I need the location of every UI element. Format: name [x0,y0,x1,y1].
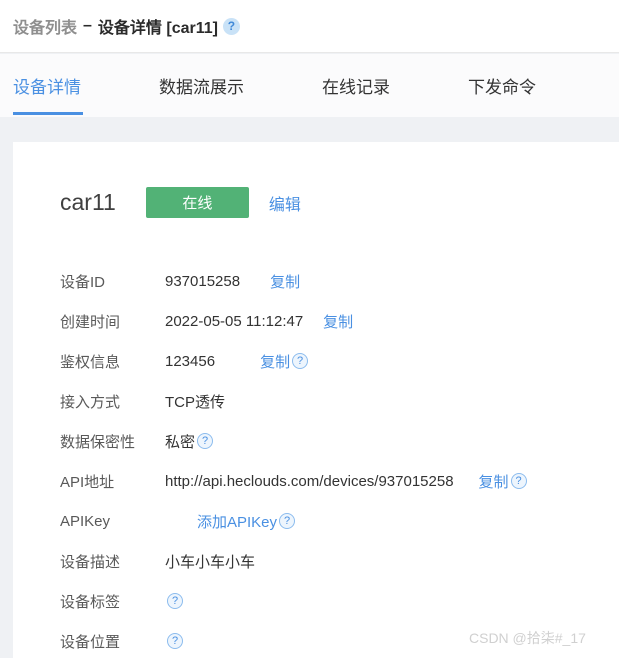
tab-bar: 设备详情 数据流展示 在线记录 下发命令 [0,54,619,117]
row-device-tags: 设备标签 ? [13,581,619,621]
copy-api-url-button[interactable]: 复制 [479,471,509,492]
device-info-list: 设备ID 937015258 复制 创建时间 2022-05-05 11:12:… [13,261,619,658]
api-url-value: http://api.heclouds.com/devices/93701525… [165,472,454,490]
row-api-key: APIKey 添加APIKey ? [13,501,619,541]
row-data-privacy: 数据保密性 私密 ? [13,421,619,461]
row-api-url: API地址 http://api.heclouds.com/devices/93… [13,461,619,501]
help-icon[interactable]: ? [510,473,527,489]
breadcrumb-parent[interactable]: 设备列表 [13,14,77,38]
tab-online-record[interactable]: 在线记录 [322,54,390,117]
row-auth-info: 鉴权信息 123456 复制 ? [13,341,619,381]
row-device-id: 设备ID 937015258 复制 [13,261,619,301]
help-icon[interactable]: ? [197,433,214,449]
field-label: 设备描述 [60,553,121,571]
field-label: 设备ID [60,273,106,291]
breadcrumb-bar: 设备列表 – 设备详情 [car11] ? [0,0,619,53]
access-mode-value: TCP透传 [165,393,226,411]
help-icon[interactable]: ? [279,513,296,529]
tab-send-command[interactable]: 下发命令 [468,54,536,117]
device-title-row: car11 在线 编辑 [13,142,619,218]
row-created-time: 创建时间 2022-05-05 11:12:47 复制 [13,301,619,341]
field-label: 接入方式 [60,393,121,411]
help-icon[interactable]: ? [167,633,183,649]
add-apikey-button[interactable]: 添加APIKey [197,511,277,532]
field-label: 数据保密性 [60,433,136,451]
field-label: 创建时间 [60,313,121,331]
row-device-description: 设备描述 小车小车小车 [13,541,619,581]
breadcrumb-separator: – [83,17,92,34]
help-icon[interactable]: ? [222,17,240,35]
copy-created-time-button[interactable]: 复制 [323,311,353,332]
tab-device-detail[interactable]: 设备详情 [13,54,83,117]
field-label: 设备位置 [60,633,121,651]
edit-button[interactable]: 编辑 [269,191,301,215]
copy-auth-info-button[interactable]: 复制 [260,351,290,372]
row-access-mode: 接入方式 TCP透传 [13,381,619,421]
created-time-value: 2022-05-05 11:12:47 [165,312,304,330]
help-icon[interactable]: ? [167,593,183,609]
device-description-value: 小车小车小车 [165,553,256,571]
device-id-value: 937015258 [165,272,241,290]
status-badge: 在线 [145,187,249,218]
device-name: car11 [60,189,116,215]
help-icon[interactable]: ? [292,353,309,369]
copy-device-id-button[interactable]: 复制 [270,271,300,292]
row-device-location: 设备位置 ? [13,621,619,658]
data-privacy-value: 私密 [165,433,196,451]
auth-info-value: 123456 [165,352,216,370]
field-label: APIKey [60,512,111,530]
page-title: 设备详情 [car11] [97,20,218,37]
tab-datastream[interactable]: 数据流展示 [159,54,244,117]
field-label: 设备标签 [60,593,121,611]
field-label: 鉴权信息 [60,353,121,371]
field-label: API地址 [60,473,115,491]
device-detail-card: car11 在线 编辑 设备ID 937015258 复制 创建时间 2022-… [13,142,619,658]
